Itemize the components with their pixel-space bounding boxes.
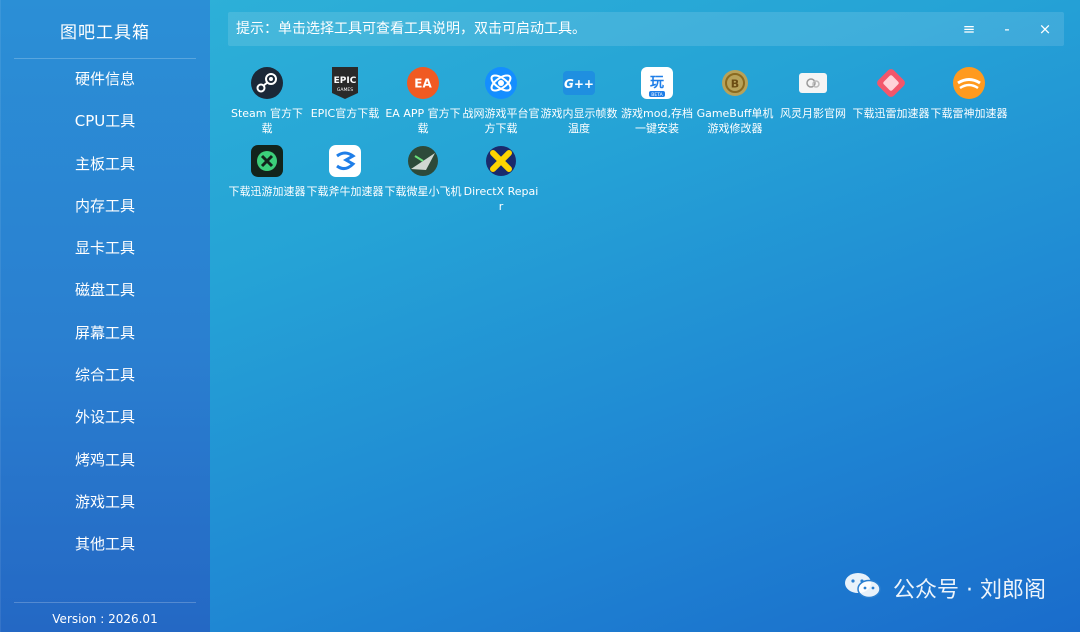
tool-label: 下载迅游加速器 (228, 185, 306, 198)
tool-fengling[interactable]: 风灵月影官网 (774, 64, 852, 121)
tool-mod-installer[interactable]: 玩 BETA 游戏mod,存档一键安装 (618, 64, 696, 136)
xunlei-accelerator-icon (874, 66, 908, 100)
sidebar-item-general-tools[interactable]: 综合工具 (0, 354, 210, 396)
tool-funiu-accelerator[interactable]: 下载斧牛加速器 (306, 142, 384, 199)
sidebar-item-disk-tools[interactable]: 磁盘工具 (0, 269, 210, 311)
battlenet-icon (484, 66, 518, 100)
fengling-icon (796, 66, 830, 100)
sidebar-item-other-tools[interactable]: 其他工具 (0, 523, 210, 565)
tool-label: 风灵月影官网 (780, 107, 846, 120)
sidebar-item-hardware-info[interactable]: 硬件信息 (0, 58, 210, 100)
sidebar-item-stress-test-tools[interactable]: 烤鸡工具 (0, 439, 210, 481)
directx-repair-icon (484, 144, 518, 178)
tool-msi-afterburner[interactable]: 下载微星小飞机 (384, 142, 462, 199)
sidebar-item-game-tools[interactable]: 游戏工具 (0, 481, 210, 523)
steam-icon (250, 66, 284, 100)
svg-text:B: B (731, 78, 739, 91)
sidebar-nav: 硬件信息 CPU工具 主板工具 内存工具 显卡工具 磁盘工具 屏幕工具 综合工具… (0, 58, 210, 566)
tool-label: 战网游戏平台官方下载 (462, 107, 540, 135)
gamebuff-icon: B (718, 66, 752, 100)
tool-xunlei-accelerator[interactable]: 下载迅雷加速器 (852, 64, 930, 121)
gplus-overlay-icon: G++ (562, 66, 596, 100)
sidebar-item-motherboard-tools[interactable]: 主板工具 (0, 143, 210, 185)
tool-label: 下载微星小飞机 (384, 185, 462, 198)
tool-label: 游戏内显示帧数温度 (540, 107, 618, 135)
tool-label: Steam 官方下载 (230, 107, 303, 135)
close-button[interactable]: × (1030, 12, 1060, 46)
msi-afterburner-icon (406, 144, 440, 178)
svg-text:G++: G++ (564, 77, 594, 91)
tool-label: 下载迅雷加速器 (852, 107, 930, 120)
watermark-text: 公众号 · 刘郎阁 (893, 578, 1046, 603)
sidebar-item-peripheral-tools[interactable]: 外设工具 (0, 396, 210, 438)
sidebar: 图吧工具箱 硬件信息 CPU工具 主板工具 内存工具 显卡工具 磁盘工具 屏幕工… (0, 0, 210, 632)
tool-label: EPIC官方下载 (310, 107, 380, 120)
mod-installer-icon: 玩 BETA (640, 66, 674, 100)
tool-xunyou-accelerator[interactable]: 下载迅游加速器 (228, 142, 306, 199)
sidebar-item-memory-tools[interactable]: 内存工具 (0, 185, 210, 227)
tool-label: GameBuff单机游戏修改器 (696, 107, 774, 135)
watermark: 公众号 · 刘郎阁 (843, 570, 1046, 606)
tool-gamebuff[interactable]: B GameBuff单机游戏修改器 (696, 64, 774, 136)
tool-label: 游戏mod,存档一键安装 (621, 107, 693, 135)
xunyou-accelerator-icon (250, 144, 284, 178)
version-label: Version : 2026.01 (52, 612, 158, 626)
funiu-accelerator-icon (328, 144, 362, 178)
svg-text:玩: 玩 (650, 75, 664, 91)
tool-epic-games[interactable]: EPIC GAMES EPIC官方下载 (306, 64, 384, 121)
svg-text:BETA: BETA (651, 92, 663, 98)
tool-directx-repair[interactable]: DirectX Repair (462, 142, 540, 214)
tool-battlenet[interactable]: 战网游戏平台官方下载 (462, 64, 540, 136)
svg-text:GAMES: GAMES (337, 87, 353, 93)
tool-steam[interactable]: Steam 官方下载 (228, 64, 306, 136)
tool-ea-app[interactable]: EA EA APP 官方下载 (384, 64, 462, 136)
ea-app-icon: EA (406, 66, 440, 100)
sidebar-item-cpu-tools[interactable]: CPU工具 (0, 100, 210, 142)
sidebar-item-screen-tools[interactable]: 屏幕工具 (0, 312, 210, 354)
tool-leishen-accelerator[interactable]: 下载雷神加速器 (930, 64, 1008, 121)
epic-games-icon: EPIC GAMES (328, 66, 362, 100)
tool-label: EA APP 官方下载 (385, 107, 461, 135)
svg-text:EPIC: EPIC (334, 76, 357, 86)
tool-gplus-overlay[interactable]: G++ 游戏内显示帧数温度 (540, 64, 618, 136)
app-title: 图吧工具箱 (60, 23, 150, 43)
leishen-accelerator-icon (952, 66, 986, 100)
tool-label: DirectX Repair (463, 185, 539, 213)
minimize-button[interactable]: - (992, 12, 1022, 46)
tool-label: 下载斧牛加速器 (306, 185, 384, 198)
tool-label: 下载雷神加速器 (930, 107, 1008, 120)
menu-button[interactable]: ≡ (954, 12, 984, 46)
hint-text: 提示：单击选择工具可查看工具说明，双击可启动工具。 (236, 21, 586, 37)
sidebar-item-gpu-tools[interactable]: 显卡工具 (0, 227, 210, 269)
wechat-logo-icon (843, 570, 883, 606)
hint-bar: 提示：单击选择工具可查看工具说明，双击可启动工具。 ≡ - × (228, 12, 1064, 46)
sidebar-bottom-divider (14, 602, 196, 603)
svg-text:EA: EA (414, 77, 432, 91)
